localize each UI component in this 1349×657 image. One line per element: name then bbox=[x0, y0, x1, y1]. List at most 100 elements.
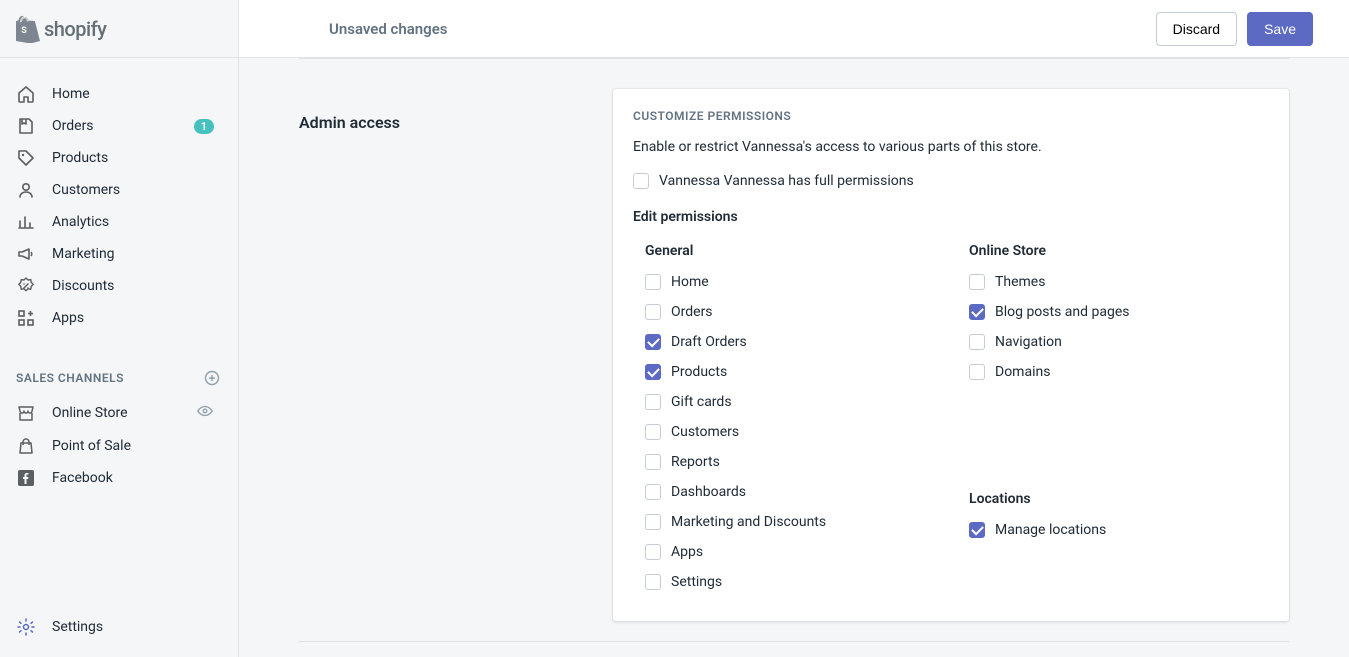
save-button[interactable]: Save bbox=[1247, 12, 1313, 46]
svg-text:S: S bbox=[21, 26, 27, 36]
permission-checkbox[interactable] bbox=[969, 522, 985, 538]
nav-products[interactable]: Products bbox=[0, 142, 238, 174]
permission-checkbox[interactable] bbox=[645, 514, 661, 530]
nav-label: Discounts bbox=[52, 278, 114, 294]
permission-label: Settings bbox=[671, 574, 722, 590]
sales-channels-title: SALES CHANNELS bbox=[16, 371, 124, 385]
permission-checkbox[interactable] bbox=[645, 424, 661, 440]
permission-label: Gift cards bbox=[671, 394, 732, 410]
topbar: Unsaved changes Discard Save bbox=[239, 0, 1349, 58]
shopify-bag-icon: S bbox=[16, 15, 40, 43]
permission-checkbox[interactable] bbox=[645, 364, 661, 380]
top-divider bbox=[299, 58, 1289, 59]
permission-row: Home bbox=[645, 271, 945, 293]
nav-label: Customers bbox=[52, 182, 120, 198]
permission-checkbox[interactable] bbox=[969, 334, 985, 350]
permission-row: Settings bbox=[645, 571, 945, 593]
sidebar-header: S shopify bbox=[0, 0, 238, 58]
permission-checkbox[interactable] bbox=[645, 334, 661, 350]
permission-row: Blog posts and pages bbox=[969, 301, 1269, 323]
permission-checkbox[interactable] bbox=[645, 394, 661, 410]
full-permissions-row: Vannessa Vannessa has full permissions bbox=[633, 173, 1269, 189]
permission-label: Domains bbox=[995, 364, 1050, 380]
permission-row: Gift cards bbox=[645, 391, 945, 413]
permission-label: Blog posts and pages bbox=[995, 304, 1130, 320]
permission-checkbox[interactable] bbox=[645, 274, 661, 290]
section-heading-area: Admin access bbox=[299, 89, 589, 621]
nav-label: Analytics bbox=[52, 214, 109, 230]
general-title: General bbox=[645, 243, 945, 259]
bottom-divider bbox=[299, 641, 1289, 642]
permission-checkbox[interactable] bbox=[969, 304, 985, 320]
permission-checkbox[interactable] bbox=[645, 454, 661, 470]
general-list: Home Orders Draft Orders Products Gift cards… bbox=[645, 271, 945, 593]
permission-label: Customers bbox=[671, 424, 739, 440]
analytics-icon bbox=[16, 212, 36, 232]
permission-label: Apps bbox=[671, 544, 703, 560]
permissions-columns: General Home Orders Draft Orders Products Gi… bbox=[633, 243, 1269, 601]
nav-home[interactable]: Home bbox=[0, 78, 238, 110]
permission-checkbox[interactable] bbox=[969, 364, 985, 380]
permission-row: Domains bbox=[969, 361, 1269, 383]
full-permissions-checkbox[interactable] bbox=[633, 173, 649, 189]
customize-permissions-label: CUSTOMIZE PERMISSIONS bbox=[633, 109, 1269, 123]
permission-checkbox[interactable] bbox=[645, 304, 661, 320]
content: Admin access CUSTOMIZE PERMISSIONS Enabl… bbox=[239, 58, 1349, 657]
nav-discounts[interactable]: Discounts bbox=[0, 270, 238, 302]
add-channel-icon[interactable] bbox=[202, 368, 222, 388]
nav-label: Online Store bbox=[52, 405, 128, 421]
permission-checkbox[interactable] bbox=[645, 574, 661, 590]
permission-checkbox[interactable] bbox=[969, 274, 985, 290]
admin-access-title: Admin access bbox=[299, 113, 589, 132]
channel-facebook[interactable]: Facebook bbox=[0, 462, 238, 494]
nav-settings[interactable]: Settings bbox=[16, 617, 222, 637]
permission-row: Apps bbox=[645, 541, 945, 563]
orders-badge: 1 bbox=[194, 119, 214, 134]
brand-logo[interactable]: S shopify bbox=[16, 15, 106, 43]
unsaved-changes-label: Unsaved changes bbox=[329, 20, 448, 38]
admin-access-section: Admin access CUSTOMIZE PERMISSIONS Enabl… bbox=[299, 89, 1289, 621]
online-store-title: Online Store bbox=[969, 243, 1269, 259]
discard-button[interactable]: Discard bbox=[1156, 12, 1237, 46]
permission-row: Navigation bbox=[969, 331, 1269, 353]
sales-channels-header: SALES CHANNELS bbox=[0, 358, 238, 396]
sidebar: S shopify Home Orders 1 bbox=[0, 0, 239, 657]
edit-permissions-heading: Edit permissions bbox=[633, 209, 1269, 225]
online-store-list: ThemesBlog posts and pagesNavigationDoma… bbox=[969, 271, 1269, 383]
nav-label: Products bbox=[52, 150, 108, 166]
megaphone-icon bbox=[16, 244, 36, 264]
locations-list: Manage locations bbox=[969, 519, 1269, 541]
pos-bag-icon bbox=[16, 436, 36, 456]
eye-icon[interactable] bbox=[196, 402, 214, 424]
permission-row: Products bbox=[645, 361, 945, 383]
nav-orders[interactable]: Orders 1 bbox=[0, 110, 238, 142]
primary-nav: Home Orders 1 Products Customers bbox=[0, 58, 238, 607]
permission-row: Reports bbox=[645, 451, 945, 473]
nav-label: Orders bbox=[52, 118, 94, 134]
orders-icon bbox=[16, 116, 36, 136]
home-icon bbox=[16, 84, 36, 104]
nav-label: Marketing bbox=[52, 246, 115, 262]
topbar-actions: Discard Save bbox=[1156, 12, 1313, 46]
permission-checkbox[interactable] bbox=[645, 484, 661, 500]
general-column: General Home Orders Draft Orders Products Gi… bbox=[645, 243, 945, 601]
nav-apps[interactable]: Apps bbox=[0, 302, 238, 334]
permission-row: Customers bbox=[645, 421, 945, 443]
nav-customers[interactable]: Customers bbox=[0, 174, 238, 206]
sidebar-footer: Settings bbox=[0, 607, 238, 657]
permission-row: Dashboards bbox=[645, 481, 945, 503]
nav-analytics[interactable]: Analytics bbox=[0, 206, 238, 238]
nav-label: Point of Sale bbox=[52, 438, 131, 454]
permission-checkbox[interactable] bbox=[645, 544, 661, 560]
channel-online-store[interactable]: Online Store bbox=[0, 396, 238, 430]
permission-label: Dashboards bbox=[671, 484, 746, 500]
permission-row: Orders bbox=[645, 301, 945, 323]
person-icon bbox=[16, 180, 36, 200]
spacer bbox=[969, 391, 1269, 491]
nav-marketing[interactable]: Marketing bbox=[0, 238, 238, 270]
permission-label: Draft Orders bbox=[671, 334, 747, 350]
permission-row: Draft Orders bbox=[645, 331, 945, 353]
channel-pos[interactable]: Point of Sale bbox=[0, 430, 238, 462]
nav-label: Facebook bbox=[52, 470, 113, 486]
nav-label: Apps bbox=[52, 310, 84, 326]
